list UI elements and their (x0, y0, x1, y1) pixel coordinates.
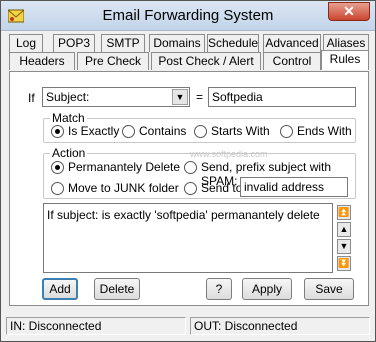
main-window: Email Forwarding System ✕ Log POP3 SMTP … (0, 0, 376, 342)
permanently-delete-label: Permanantely Delete (68, 160, 181, 174)
radio-is-exactly[interactable] (51, 125, 64, 138)
radio-move-junk[interactable] (51, 182, 64, 195)
save-button[interactable]: Save (304, 278, 354, 300)
rules-panel: If Subject: ▼ = Softpedia www.softpedia.… (9, 71, 369, 306)
tab-pre-check[interactable]: Pre Check (77, 52, 149, 70)
match-group-title: Match (50, 111, 87, 125)
apply-button[interactable]: Apply (242, 278, 292, 300)
send-to-value: invalid address (244, 180, 325, 194)
radio-send-to[interactable] (184, 182, 197, 195)
add-button[interactable]: Add (42, 278, 78, 300)
tab-post-check-alert[interactable]: Post Check / Alert (151, 52, 261, 70)
tab-strip: Log POP3 SMTP Domains Schedule Advanced … (9, 34, 369, 72)
match-value-text: Softpedia (212, 90, 263, 104)
tab-advanced[interactable]: Advanced (263, 34, 321, 52)
match-value-input[interactable]: Softpedia (208, 87, 356, 107)
rules-list[interactable]: If subject: is exactly 'softpedia' perma… (43, 203, 333, 273)
radio-contains[interactable] (122, 125, 135, 138)
contains-label: Contains (139, 124, 187, 138)
starts-with-label: Starts With (211, 124, 270, 138)
tab-schedule[interactable]: Schedule (207, 34, 259, 52)
radio-starts-with[interactable] (194, 125, 207, 138)
status-in: IN: Disconnected (6, 317, 186, 335)
tab-smtp[interactable]: SMTP (101, 34, 145, 52)
delete-button[interactable]: Delete (94, 278, 140, 300)
match-group: Match Is Exactly Contains Starts With En… (43, 111, 356, 143)
help-button[interactable]: ? (206, 278, 232, 300)
radio-ends-with[interactable] (280, 125, 293, 138)
move-up-button[interactable]: ▲ (337, 222, 351, 237)
status-bar: IN: Disconnected OUT: Disconnected (1, 314, 375, 341)
move-bottom-button[interactable]: ⏬ (337, 256, 351, 271)
send-to-input[interactable]: invalid address (240, 177, 348, 197)
field-select-value: Subject: (46, 90, 90, 104)
ends-with-label: Ends With (297, 124, 352, 138)
field-select[interactable]: Subject: ▼ (42, 87, 190, 107)
tab-rules[interactable]: Rules (321, 50, 369, 70)
radio-permanently-delete[interactable] (51, 161, 64, 174)
tab-log[interactable]: Log (9, 34, 43, 52)
title-bar[interactable]: Email Forwarding System ✕ (1, 1, 375, 31)
if-label: If (28, 91, 35, 105)
equals-label: = (196, 90, 204, 104)
window-title: Email Forwarding System (102, 7, 274, 24)
tab-domains[interactable]: Domains (149, 34, 205, 52)
send-to-label: Send to (201, 181, 243, 195)
tab-headers[interactable]: Headers (9, 52, 75, 70)
status-out: OUT: Disconnected (190, 317, 370, 335)
close-button[interactable]: ✕ (328, 2, 370, 21)
action-group: Action Permanantely Delete Send, prefix … (43, 146, 356, 199)
tab-control[interactable]: Control (263, 52, 321, 70)
radio-spam-prefix[interactable] (184, 161, 197, 174)
move-down-button[interactable]: ▼ (337, 239, 351, 254)
move-top-button[interactable]: ⏫ (337, 205, 351, 220)
is-exactly-label: Is Exactly (68, 124, 120, 138)
list-item[interactable]: If subject: is exactly 'softpedia' perma… (47, 208, 320, 222)
action-group-title: Action (50, 146, 88, 160)
chevron-down-icon[interactable]: ▼ (172, 89, 188, 105)
move-junk-label: Move to JUNK folder (68, 181, 179, 195)
tab-pop3[interactable]: POP3 (53, 34, 95, 52)
